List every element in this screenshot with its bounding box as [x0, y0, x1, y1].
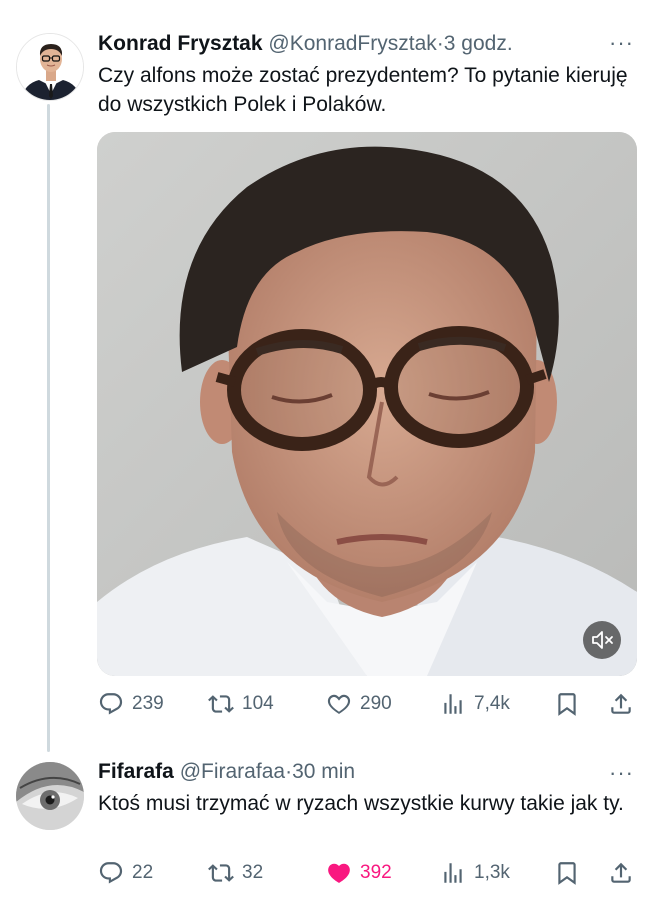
author-name[interactable]: Fifarafa [98, 760, 174, 783]
like-button[interactable]: 290 [326, 688, 392, 720]
views-button[interactable]: 1,3k [440, 857, 510, 889]
separator: · [436, 32, 444, 55]
share-icon [611, 862, 631, 883]
more-icon[interactable]: ··· [609, 762, 634, 784]
reply-count: 22 [132, 862, 154, 883]
repost-count: 104 [242, 693, 274, 714]
reply-count: 239 [132, 693, 164, 714]
reply-icon [99, 693, 123, 715]
share-button[interactable] [608, 688, 634, 720]
more-icon[interactable]: ··· [609, 32, 634, 54]
bookmark-button[interactable] [554, 688, 580, 720]
bookmark-icon [558, 693, 576, 716]
avatar[interactable] [16, 33, 84, 101]
like-button[interactable]: 392 [326, 857, 392, 889]
video-player[interactable] [97, 132, 637, 676]
separator: · [285, 760, 293, 783]
views-count: 1,3k [474, 862, 510, 883]
repost-icon [208, 695, 234, 713]
views-button[interactable]: 7,4k [440, 688, 510, 720]
share-icon [611, 693, 631, 714]
timestamp[interactable]: 30 min [292, 760, 355, 783]
repost-count: 32 [242, 862, 264, 883]
reply-button[interactable]: 22 [98, 857, 153, 889]
bookmark-button[interactable] [554, 857, 580, 889]
author-name[interactable]: Konrad Frysztak [98, 32, 263, 55]
timestamp[interactable]: 3 godz. [444, 32, 513, 55]
author-handle[interactable]: @KonradFrysztak [268, 32, 436, 55]
like-count: 392 [360, 862, 392, 883]
video-frame [97, 132, 637, 676]
views-count: 7,4k [474, 693, 510, 714]
like-count: 290 [360, 693, 392, 714]
repost-icon [208, 864, 234, 882]
tweet-actions: 239 104 290 7,4k [98, 688, 638, 720]
tweet-header: Konrad Frysztak @KonradFrysztak·3 godz. [98, 32, 513, 56]
repost-button[interactable]: 104 [208, 688, 274, 720]
reply-text: Ktoś musi trzymać w ryzach wszystkie kur… [98, 792, 624, 815]
like-icon [327, 694, 351, 714]
avatar[interactable] [16, 762, 84, 830]
bookmark-icon [558, 862, 576, 885]
views-icon [444, 863, 462, 883]
like-icon [328, 863, 350, 883]
author-handle[interactable]: @Firarafaa [180, 760, 285, 783]
tweet-text: Czy alfons może zostać prezydentem? To p… [98, 64, 628, 116]
reply-icon [99, 862, 123, 884]
views-icon [444, 694, 462, 714]
reply-button[interactable]: 239 [98, 688, 164, 720]
thread-connector [47, 104, 50, 752]
repost-button[interactable]: 32 [208, 857, 263, 889]
reply-header: Fifarafa @Firarafaa·30 min [98, 760, 355, 784]
reply-actions: 22 32 392 1,3k [98, 857, 638, 889]
share-button[interactable] [608, 857, 634, 889]
mute-icon[interactable] [583, 621, 621, 659]
